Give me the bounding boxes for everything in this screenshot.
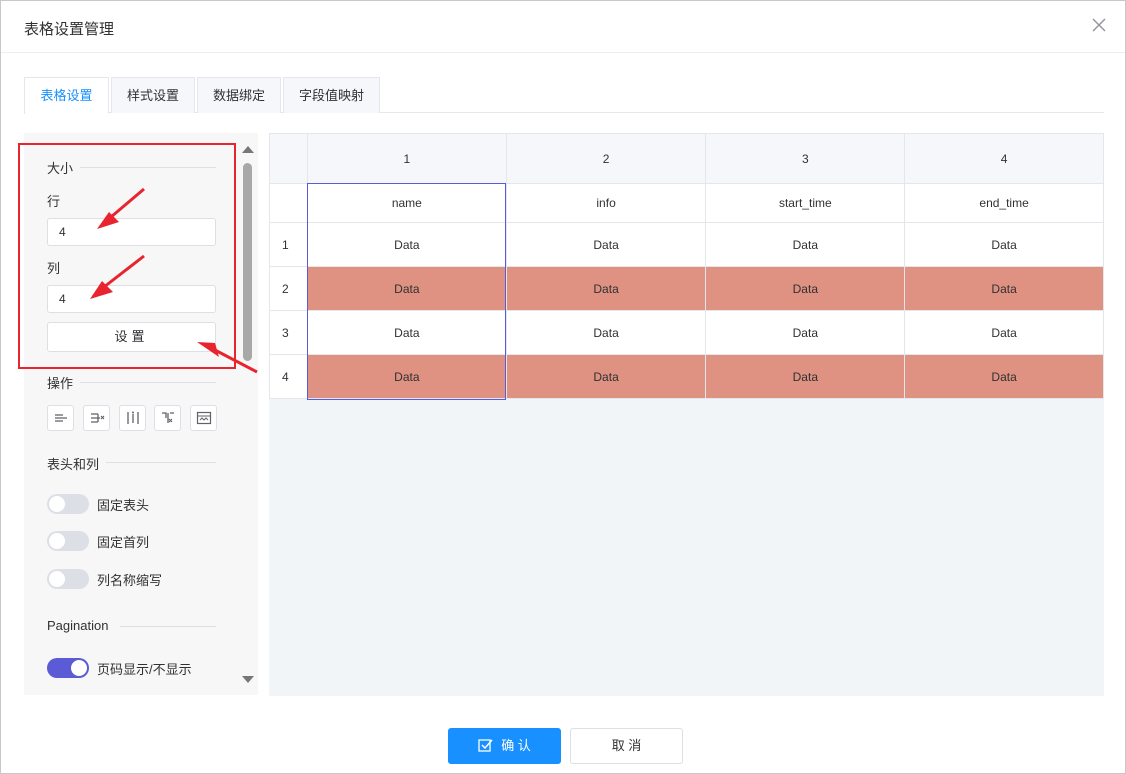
header-columns-section-title: 表头和列 bbox=[47, 457, 100, 472]
set-size-button[interactable]: 设置 bbox=[47, 322, 216, 352]
data-cell[interactable]: Data bbox=[306, 266, 507, 311]
insert-row-button[interactable] bbox=[47, 405, 74, 431]
divider bbox=[106, 462, 216, 463]
insert-row-icon bbox=[55, 414, 67, 422]
data-cell[interactable]: Data bbox=[904, 354, 1104, 399]
delete-column-icon bbox=[91, 413, 105, 423]
data-cell[interactable]: Data bbox=[306, 310, 507, 355]
row-index-cell bbox=[269, 183, 308, 223]
table-row: 3 Data Data Data Data bbox=[269, 310, 1104, 355]
field-cell[interactable]: start_time bbox=[705, 183, 906, 223]
row-index: 4 bbox=[269, 354, 308, 399]
tab-data-binding[interactable]: 数据绑定 bbox=[197, 77, 281, 113]
rows-input[interactable] bbox=[47, 218, 216, 246]
split-cells-icon bbox=[196, 411, 212, 425]
size-section-title: 大小 bbox=[47, 161, 74, 176]
data-cell[interactable]: Data bbox=[904, 266, 1104, 311]
columns-label: 列 bbox=[47, 261, 61, 276]
close-icon[interactable] bbox=[1089, 15, 1109, 35]
rows-label: 行 bbox=[47, 194, 61, 209]
operations-section-title: 操作 bbox=[47, 376, 74, 391]
data-cell[interactable]: Data bbox=[306, 354, 507, 399]
field-cell[interactable]: end_time bbox=[904, 183, 1104, 223]
pagination-label: 页码显示/不显示 bbox=[97, 662, 192, 677]
insert-column-button[interactable] bbox=[119, 405, 146, 431]
data-cell[interactable]: Data bbox=[705, 222, 906, 267]
insert-column-icon bbox=[127, 411, 139, 424]
merge-cells-icon bbox=[162, 412, 174, 423]
dialog-title: 表格设置管理 bbox=[24, 21, 115, 38]
data-cell[interactable]: Data bbox=[306, 222, 507, 267]
split-cells-button[interactable] bbox=[190, 405, 217, 431]
data-cell[interactable]: Data bbox=[505, 222, 707, 267]
fixed-first-column-switch[interactable] bbox=[47, 531, 89, 551]
dialog-header: 表格设置管理 bbox=[1, 1, 1125, 53]
divider bbox=[80, 167, 216, 168]
panel-scrollbar[interactable] bbox=[241, 143, 254, 688]
column-header[interactable]: 2 bbox=[505, 133, 707, 184]
data-cell[interactable]: Data bbox=[505, 354, 707, 399]
field-cell[interactable]: name bbox=[306, 183, 507, 223]
columns-input[interactable] bbox=[47, 285, 216, 313]
pagination-switch[interactable] bbox=[47, 658, 89, 678]
tab-table-settings[interactable]: 表格设置 bbox=[24, 77, 109, 114]
delete-column-button[interactable] bbox=[83, 405, 110, 431]
confirm-button[interactable]: 确 认 bbox=[448, 728, 561, 764]
data-cell[interactable]: Data bbox=[505, 310, 707, 355]
field-name-row: name info start_time end_time bbox=[269, 183, 1104, 223]
fixed-header-switch[interactable] bbox=[47, 494, 89, 514]
preview-table: 1 2 3 4 name info start_time end_time 1 … bbox=[269, 133, 1104, 399]
scroll-up-arrow-icon[interactable] bbox=[242, 146, 254, 153]
pagination-section-title: Pagination bbox=[47, 618, 109, 633]
data-cell[interactable]: Data bbox=[505, 266, 707, 311]
table-row: 2 Data Data Data Data bbox=[269, 266, 1104, 311]
row-index: 3 bbox=[269, 310, 308, 355]
column-header[interactable]: 4 bbox=[904, 133, 1104, 184]
tab-style-settings[interactable]: 样式设置 bbox=[111, 77, 195, 113]
data-cell[interactable]: Data bbox=[705, 266, 906, 311]
table-preview-area: 1 2 3 4 name info start_time end_time 1 … bbox=[269, 133, 1104, 696]
table-row: 4 Data Data Data Data bbox=[269, 354, 1104, 399]
row-index: 1 bbox=[269, 222, 308, 267]
settings-panel: 大小 行 列 设置 操作 表头和列 固定表头 bbox=[24, 133, 258, 695]
tab-field-value-mapping[interactable]: 字段值映射 bbox=[283, 77, 380, 113]
table-settings-dialog: 表格设置管理 表格设置 样式设置 数据绑定 字段值映射 大小 行 列 设置 操作 bbox=[0, 0, 1126, 774]
divider bbox=[80, 382, 216, 383]
data-cell[interactable]: Data bbox=[904, 310, 1104, 355]
data-cell[interactable]: Data bbox=[904, 222, 1104, 267]
checkbox-icon bbox=[478, 738, 493, 752]
divider bbox=[120, 626, 216, 627]
column-header[interactable]: 1 bbox=[306, 133, 507, 184]
column-name-abbrev-label: 列名称缩写 bbox=[97, 573, 163, 588]
scrollbar-thumb[interactable] bbox=[243, 163, 252, 361]
table-row: 1 Data Data Data Data bbox=[269, 222, 1104, 267]
confirm-label: 确 认 bbox=[501, 738, 531, 753]
column-name-abbrev-switch[interactable] bbox=[47, 569, 89, 589]
merge-cells-button[interactable] bbox=[154, 405, 181, 431]
field-cell[interactable]: info bbox=[505, 183, 707, 223]
row-index: 2 bbox=[269, 266, 308, 311]
column-number-row: 1 2 3 4 bbox=[269, 133, 1104, 184]
column-header[interactable]: 3 bbox=[705, 133, 906, 184]
cancel-button[interactable]: 取 消 bbox=[570, 728, 683, 764]
fixed-header-label: 固定表头 bbox=[97, 498, 150, 513]
fixed-first-column-label: 固定首列 bbox=[97, 535, 150, 550]
data-cell[interactable]: Data bbox=[705, 310, 906, 355]
settings-tabs: 表格设置 样式设置 数据绑定 字段值映射 bbox=[24, 77, 1104, 114]
scroll-down-arrow-icon[interactable] bbox=[242, 676, 254, 683]
data-cell[interactable]: Data bbox=[705, 354, 906, 399]
corner-cell bbox=[269, 133, 308, 184]
